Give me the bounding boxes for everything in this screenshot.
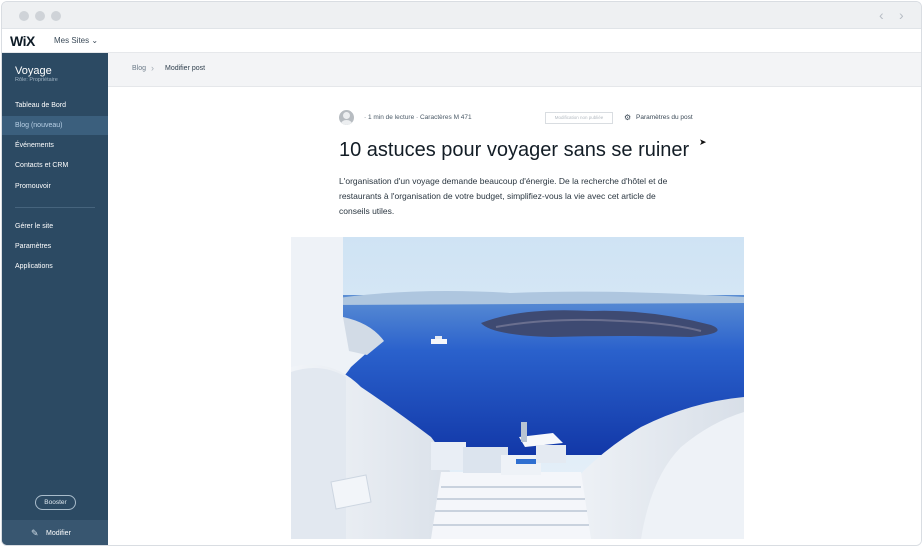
sidebar-item-manage-site[interactable]: Gérer le site	[2, 217, 108, 236]
breadcrumb: Blog › Modifier post	[108, 53, 921, 87]
window-zoom-dot[interactable]	[51, 11, 61, 21]
sidebar-item-settings[interactable]: Paramètres	[2, 237, 108, 256]
post-editor: · 1 min de lecture · Caractères M 471 Mo…	[108, 87, 921, 545]
modifier-label: Modifier	[46, 530, 71, 537]
post-cover-image[interactable]	[291, 237, 744, 539]
modifier-button[interactable]: ✎ Modifier	[2, 520, 108, 545]
chevron-right-icon[interactable]: ›	[899, 8, 904, 22]
booster-button[interactable]: Booster	[35, 495, 76, 510]
chevron-left-icon[interactable]: ‹	[879, 8, 884, 22]
window-close-dot[interactable]	[19, 11, 29, 21]
sidebar-item-dashboard[interactable]: Tableau de Bord	[2, 96, 108, 115]
post-meta: · 1 min de lecture · Caractères M 471	[364, 114, 472, 121]
my-sites-label: Mes Sites	[54, 36, 90, 45]
gear-icon[interactable]: ⚙	[624, 113, 631, 122]
sidebar-item-promote[interactable]: Promouvoir	[2, 177, 108, 196]
site-name: Voyage	[15, 65, 52, 77]
sidebar-item-events[interactable]: Événements	[2, 136, 108, 155]
sidebar-item-contacts[interactable]: Contacts et CRM	[2, 156, 108, 175]
site-role: Rôle: Propriétaire	[15, 77, 58, 83]
browser-titlebar: ‹ ›	[2, 2, 921, 29]
chevron-down-icon: ⌄	[91, 36, 99, 45]
notification-placeholder[interactable]: Modification non publiée	[545, 112, 613, 124]
sidebar-item-apps[interactable]: Applications	[2, 257, 108, 276]
pencil-icon: ✎	[31, 528, 39, 538]
wix-logo[interactable]: WiX	[10, 33, 35, 49]
sidebar-item-blog[interactable]: Blog (nouveau)	[2, 116, 108, 135]
wix-topbar: WiX Mes Sites ⌄	[2, 29, 921, 53]
browser-window: ‹ › WiX Mes Sites ⌄ Voyage Rôle: Proprié…	[1, 1, 922, 546]
sidebar: Voyage Rôle: Propriétaire Tableau de Bor…	[2, 53, 108, 545]
window-minimize-dot[interactable]	[35, 11, 45, 21]
santorini-photo	[291, 237, 744, 539]
mouse-cursor-icon: ➤	[699, 137, 707, 147]
chevron-right-icon: ›	[151, 63, 154, 73]
author-avatar[interactable]	[339, 110, 354, 125]
sidebar-divider	[15, 207, 95, 208]
breadcrumb-blog[interactable]: Blog	[132, 65, 146, 72]
post-settings-link[interactable]: Paramètres du post	[636, 114, 693, 121]
post-excerpt[interactable]: L'organisation d'un voyage demande beauc…	[339, 174, 684, 219]
my-sites-dropdown[interactable]: Mes Sites ⌄	[54, 36, 98, 45]
breadcrumb-current: Modifier post	[165, 65, 206, 72]
post-title[interactable]: 10 astuces pour voyager sans se ruiner	[339, 139, 689, 162]
